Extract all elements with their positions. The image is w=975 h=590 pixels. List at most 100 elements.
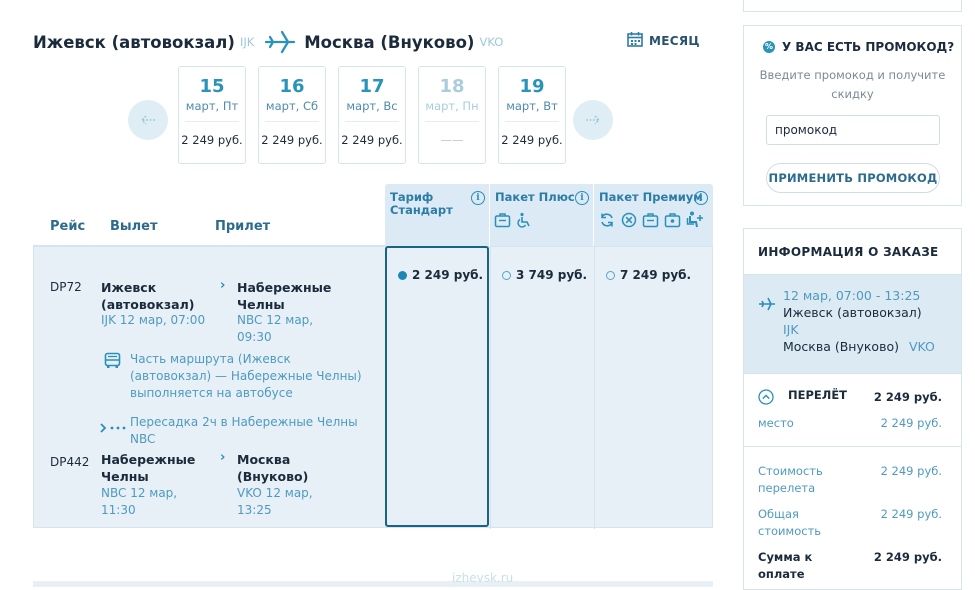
calendar-icon: [627, 31, 643, 51]
date-day: 16: [279, 76, 305, 97]
watermark: izhevsk.ru: [452, 571, 514, 585]
fare-plus-radio[interactable]: 3 749 руб.: [502, 268, 587, 282]
col-flight-header: Рейс: [50, 219, 86, 234]
date-card-19[interactable]: 19 март, Вт 2 249 руб.: [498, 66, 566, 164]
date-day: 19: [519, 76, 545, 97]
promo-panel: % У ВАС ЕСТЬ ПРОМОКОД? Введите промокод …: [743, 25, 962, 206]
panel-top-fragment: [743, 0, 962, 12]
bus-icon: [104, 352, 121, 373]
arrival-meta: NBC 12 мар, 09:30: [237, 313, 314, 344]
date-price: 2 249 руб.: [341, 133, 403, 147]
date-weekday: март, Пт: [185, 99, 239, 113]
percent-badge-icon: %: [763, 41, 775, 53]
tariff-premium-name: Пакет Премиум: [599, 190, 703, 204]
column-divider: [490, 247, 491, 529]
divider: [744, 373, 961, 374]
route-header: Ижевск (автовокзал) IJK Москва (Внуково)…: [33, 30, 503, 54]
chevron-up-icon[interactable]: [758, 389, 774, 409]
plane-icon: [264, 30, 296, 54]
total-value: 2 249 руб.: [880, 507, 942, 521]
transfer-note: Пересадка 2ч в Набережные Челны NBC: [130, 415, 358, 446]
tariff-standard-name: Тариф Стандарт: [390, 190, 453, 217]
arrow-left-icon: [139, 111, 157, 130]
arrow-right-icon: [584, 111, 602, 130]
wheelchair-icon: [516, 212, 532, 232]
pay-label: Сумма к оплате: [758, 550, 813, 581]
radio-empty-icon: [502, 270, 511, 280]
segment-from: Ижевск (автовокзал): [783, 305, 922, 320]
chevron-right-icon: ›: [220, 278, 226, 293]
seat-icon: [686, 211, 704, 232]
segment-time: 12 мар, 07:00 - 13:25: [783, 288, 921, 303]
date-weekday: март, Вс: [346, 99, 398, 113]
tariff-premium-header[interactable]: Пакет Премиум i: [594, 184, 713, 246]
plane-icon: [758, 295, 776, 317]
order-segment: 12 мар, 07:00 - 13:25 Ижевск (автовокзал…: [744, 275, 961, 373]
cost-label: Стоимость перелета: [758, 464, 823, 495]
radio-empty-icon: [606, 270, 615, 280]
segment-to-code: VKO: [908, 339, 935, 354]
info-icon[interactable]: i: [575, 191, 589, 205]
next-flight-row-fragment: [33, 581, 713, 587]
info-icon[interactable]: i: [471, 191, 485, 205]
flight-number: DP442: [50, 455, 90, 469]
date-price: 2 249 руб.: [261, 133, 323, 147]
prev-dates-button[interactable]: [128, 100, 168, 140]
date-day: 17: [359, 76, 385, 97]
date-card-16[interactable]: 16 март, Сб 2 249 руб.: [258, 66, 326, 164]
promo-title: У ВАС ЕСТЬ ПРОМОКОД?: [782, 40, 955, 54]
col-arrival-header: Прилет: [215, 219, 271, 234]
cancel-icon: [621, 212, 637, 232]
promo-code-input[interactable]: [766, 115, 940, 145]
month-label: МЕСЯЦ: [649, 34, 700, 48]
chevron-right-icon: ›: [220, 450, 226, 465]
divider: [505, 121, 559, 122]
date-weekday: март, Вт: [506, 99, 558, 113]
tariff-standard-header[interactable]: Тариф Стандарт i: [385, 184, 489, 246]
arrival-place: Москва (Внуково): [237, 452, 309, 484]
seat-price: 2 249 руб.: [880, 416, 942, 430]
date-weekday: март, Сб: [265, 99, 319, 113]
date-card-18: 18 март, Пн ——: [418, 66, 486, 164]
col-departure-header: Вылет: [110, 219, 158, 234]
baggage-icon: [494, 212, 511, 232]
date-card-17[interactable]: 17 март, Вс 2 249 руб.: [338, 66, 406, 164]
divider: [185, 121, 239, 122]
seat-label: место: [758, 416, 794, 430]
to-code: VKO: [479, 35, 504, 49]
tariff-plus-header[interactable]: Пакет Плюс i: [490, 184, 593, 246]
departure-meta: IJK 12 мар, 07:00: [101, 313, 206, 327]
info-icon[interactable]: i: [694, 191, 708, 205]
departure-meta: NBC 12 мар, 11:30: [101, 486, 178, 517]
apply-promo-button[interactable]: ПРИМЕНИТЬ ПРОМОКОД: [766, 163, 940, 193]
fare-premium-radio[interactable]: 7 249 руб.: [606, 268, 691, 282]
departure-place: Набережные Челны: [101, 452, 196, 484]
fare-standard-price: 2 249 руб.: [412, 268, 484, 282]
departure-place: Ижевск (автовокзал): [101, 280, 195, 312]
date-day: 18: [439, 76, 465, 97]
bus-note: Часть маршрута (Ижевск (автовокзал) — На…: [130, 352, 362, 400]
next-dates-button[interactable]: [573, 100, 613, 140]
order-info-title: ИНФОРМАЦИЯ О ЗАКАЗЕ: [758, 245, 939, 259]
date-day: 15: [199, 76, 225, 97]
date-card-15[interactable]: 15 март, Пт 2 249 руб.: [178, 66, 246, 164]
divider: [345, 121, 399, 122]
from-code: IJK: [239, 35, 255, 49]
arrival-place: Набережные Челны: [237, 280, 332, 312]
to-city: Москва (Внуково): [304, 32, 475, 52]
segment-from-code: IJK: [783, 322, 799, 337]
date-weekday: март, Пн: [425, 99, 479, 113]
segment-to-row: Москва (Внуково) VKO: [783, 338, 935, 355]
fare-premium-price: 7 249 руб.: [620, 268, 692, 282]
baggage-icon: [642, 212, 659, 232]
pay-value: 2 249 руб.: [873, 550, 942, 564]
fare-standard-radio[interactable]: 2 249 руб.: [398, 268, 483, 282]
tariff-plus-name: Пакет Плюс: [495, 190, 575, 204]
promo-title-row: % У ВАС ЕСТЬ ПРОМОКОД?: [763, 40, 954, 54]
flight-price: 2 249 руб.: [873, 390, 942, 404]
month-view-link[interactable]: МЕСЯЦ: [627, 31, 700, 51]
hand-baggage-icon: [664, 212, 681, 232]
flight-number: DP72: [50, 280, 82, 294]
tariff-standard-cell-selected[interactable]: [385, 246, 489, 527]
from-city: Ижевск (автовокзал): [33, 32, 235, 52]
